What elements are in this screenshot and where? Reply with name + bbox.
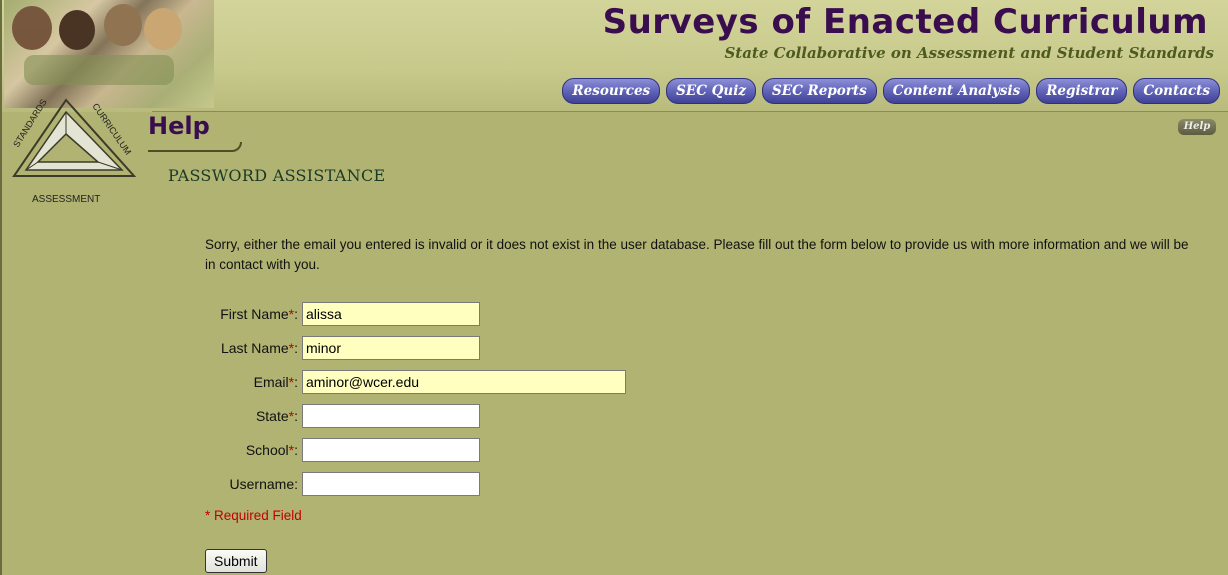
first-name-label: First Name*: (220, 306, 298, 322)
page-heading: Help (148, 112, 210, 140)
last-name-input[interactable] (302, 336, 480, 360)
nav-contacts-button[interactable]: Contacts (1133, 78, 1220, 104)
nav-resources-button[interactable]: Resources (562, 78, 661, 104)
last-name-label: Last Name*: (220, 340, 298, 356)
students-photo (4, 0, 214, 108)
nav-registrar-button[interactable]: Registrar (1036, 78, 1128, 104)
logo-standards-text: STANDARDS (11, 97, 49, 149)
username-input[interactable] (302, 472, 480, 496)
nav-content-analysis-button[interactable]: Content Analysis (882, 78, 1031, 104)
main-nav: Resources SEC Quiz SEC Reports Content A… (562, 78, 1220, 104)
email-label: Email*: (253, 374, 298, 390)
school-input[interactable] (302, 438, 480, 462)
site-subtitle: State Collaborative on Assessment and St… (724, 44, 1214, 62)
nav-sec-reports-button[interactable]: SEC Reports (762, 78, 877, 104)
email-input[interactable] (302, 370, 626, 394)
logo-assessment-text: ASSESSMENT (32, 194, 100, 205)
header-divider (152, 111, 1228, 112)
nav-sec-quiz-button[interactable]: SEC Quiz (666, 78, 757, 104)
submit-button[interactable]: Submit (205, 549, 267, 573)
first-name-input[interactable] (302, 302, 480, 326)
error-message: Sorry, either the email you entered is i… (205, 237, 1189, 272)
state-input[interactable] (302, 404, 480, 428)
required-field-note: * Required Field (205, 508, 302, 523)
heading-underline (148, 142, 242, 152)
school-label: School*: (245, 442, 298, 458)
site-title: Surveys of Enacted Curriculum (602, 2, 1208, 42)
username-label: Username: (229, 476, 298, 492)
help-button[interactable]: Help (1178, 119, 1216, 135)
sec-triangle-logo: STANDARDS CURRICULUM ASSESSMENT (11, 97, 137, 205)
section-title: PASSWORD ASSISTANCE (168, 166, 386, 185)
state-label: State*: (255, 408, 298, 424)
